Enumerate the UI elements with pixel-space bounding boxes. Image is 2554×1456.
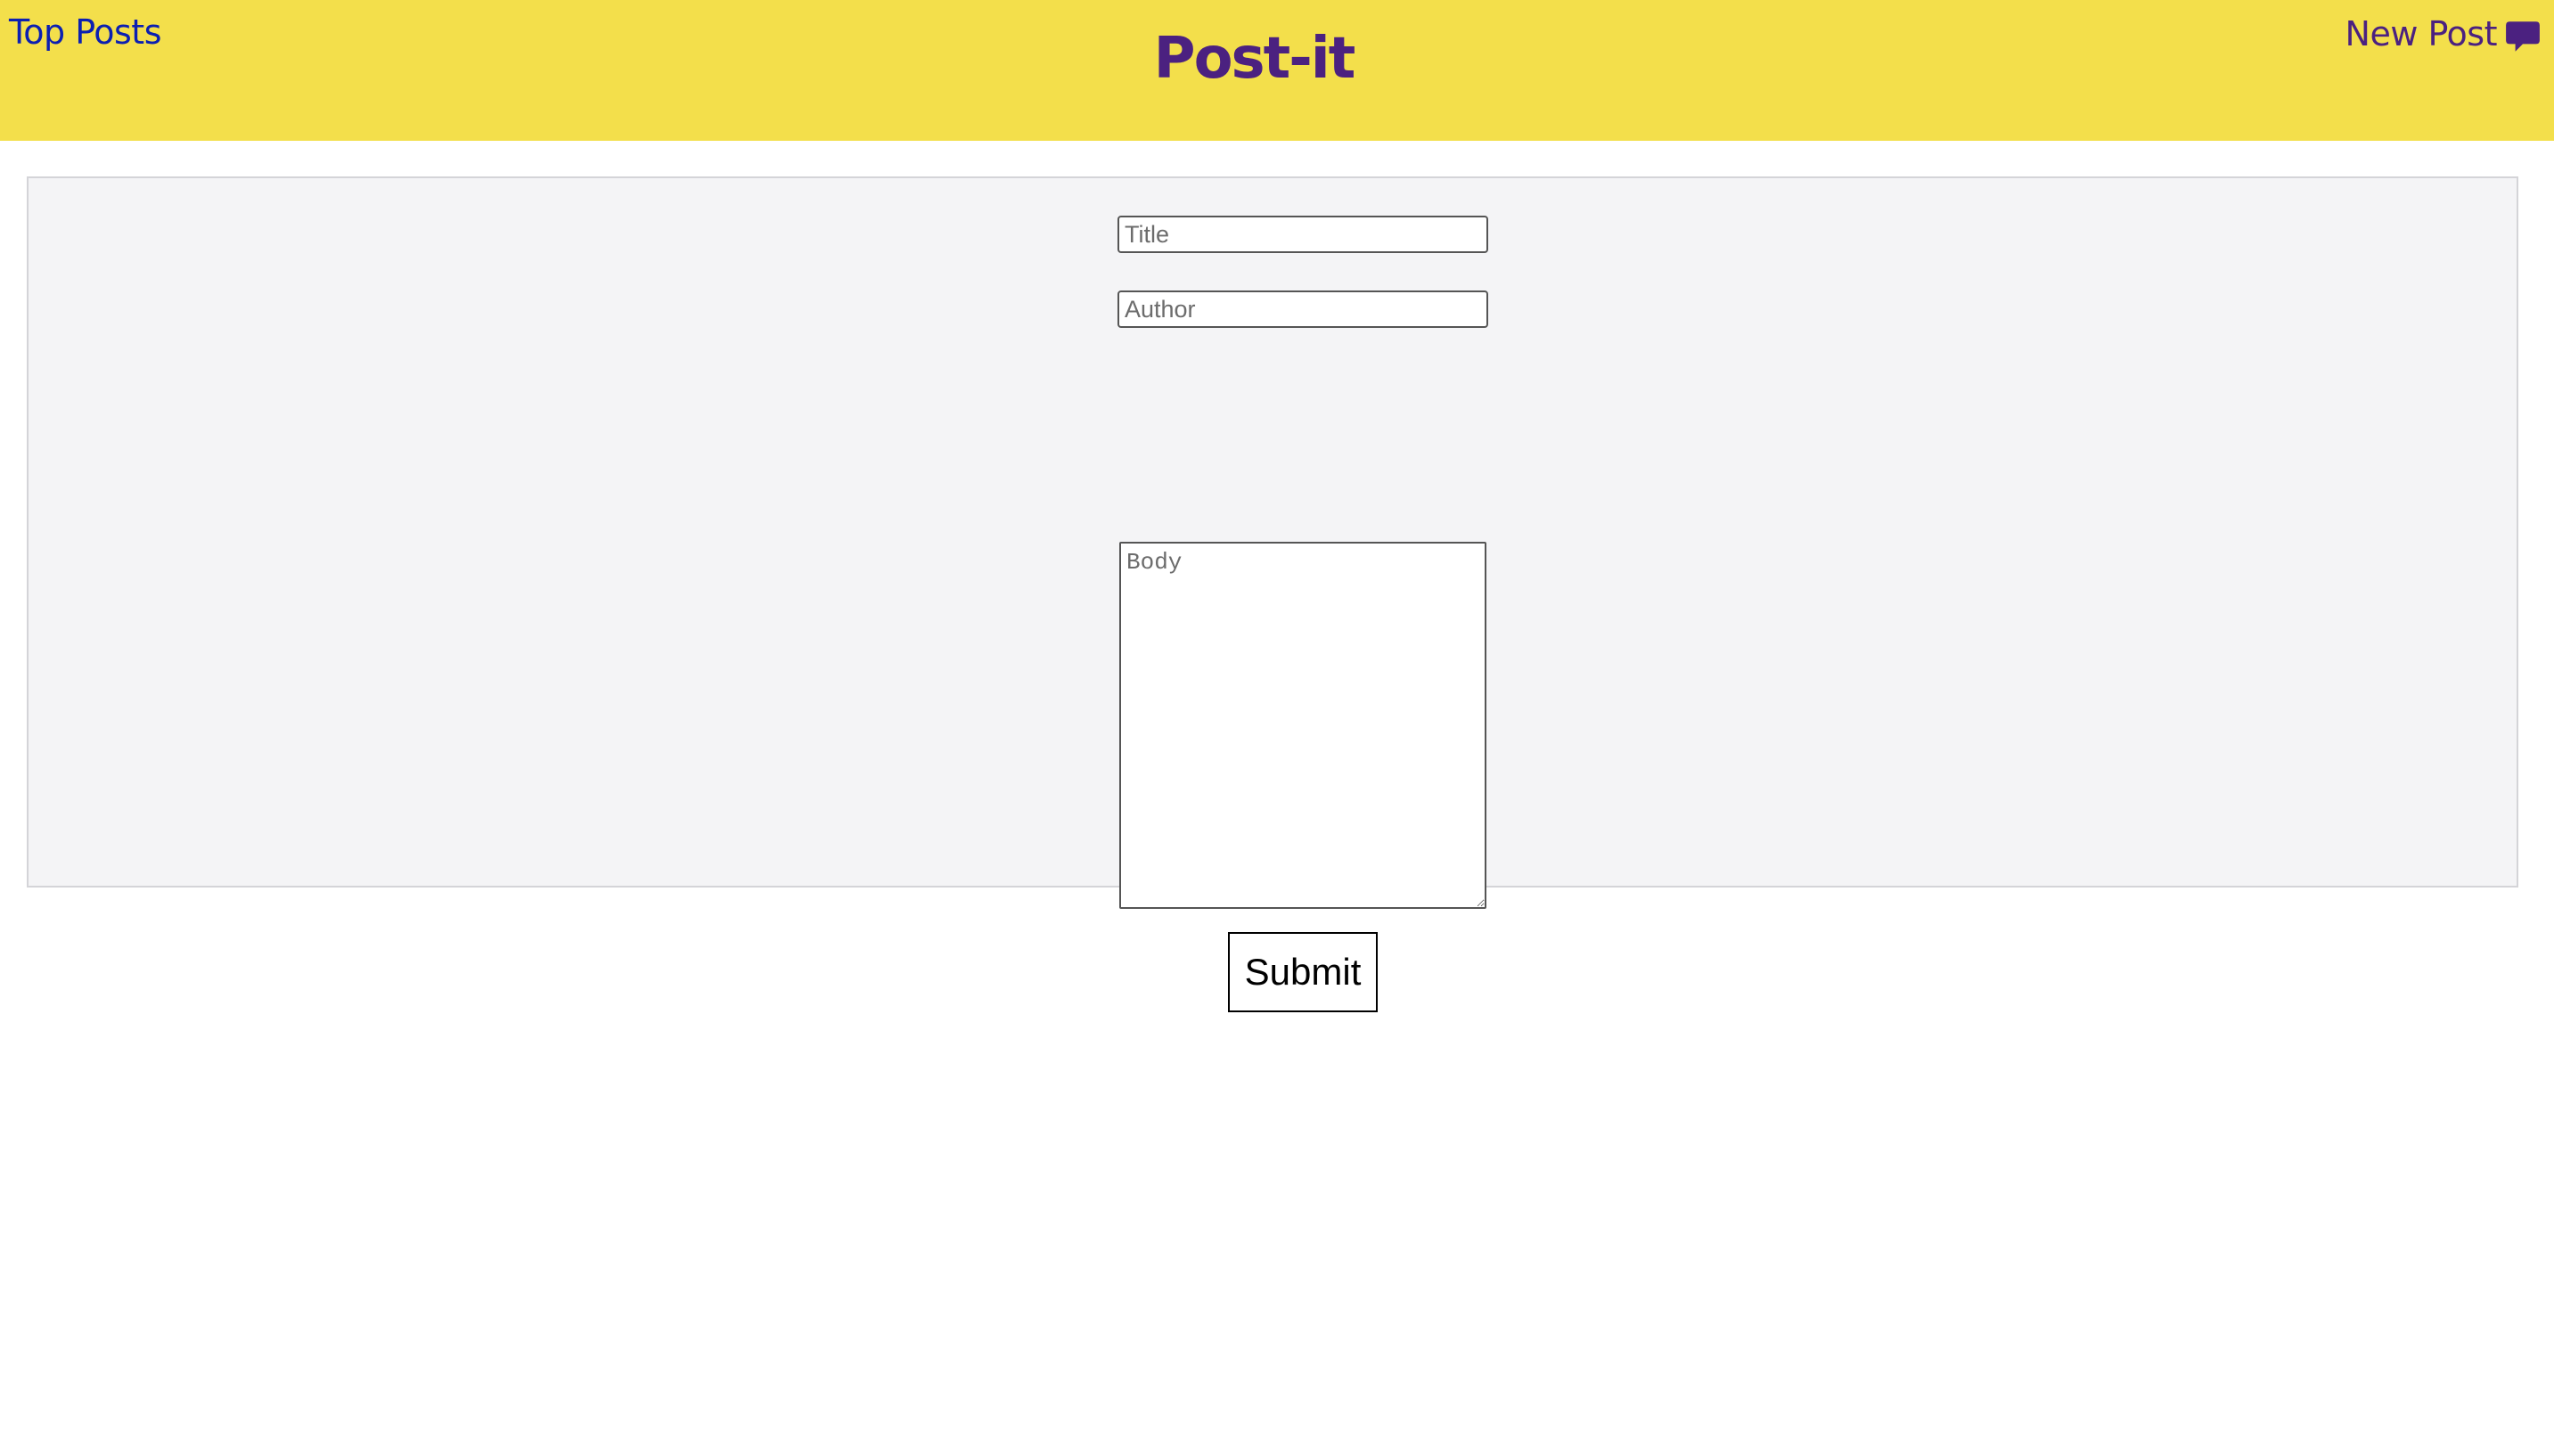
top-header: Top Posts Post-it New Post: [0, 0, 2554, 141]
new-post-form-panel: Submit: [27, 176, 2518, 1012]
new-post-link[interactable]: New Post: [2345, 12, 2542, 55]
author-input[interactable]: [1117, 290, 1488, 328]
body-textarea[interactable]: [1119, 542, 1486, 909]
new-post-label: New Post: [2345, 14, 2498, 53]
site-title-text: Post-it: [1153, 26, 1356, 92]
chat-bubble-icon: [2506, 21, 2540, 52]
submit-button[interactable]: Submit: [1228, 932, 1378, 1012]
site-title: Post-it: [0, 30, 2554, 87]
title-input[interactable]: [1117, 216, 1488, 253]
